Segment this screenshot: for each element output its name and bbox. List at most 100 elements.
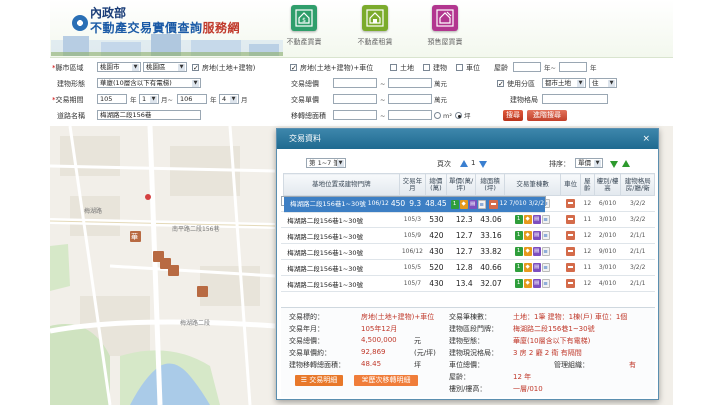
document-icon[interactable]: ≡ (541, 247, 550, 256)
col-floor[interactable]: 樓別/樓高 (593, 173, 622, 196)
parking-icon[interactable] (566, 247, 576, 256)
cell-age: 11 (580, 259, 595, 276)
cell-floor: 4/010 (594, 275, 621, 292)
detail-layout-label: 建物現況格局： (449, 349, 498, 357)
cell-date: 106/12 (399, 243, 426, 260)
detail-area-unit: 坪 (414, 361, 421, 369)
city-select[interactable]: 桃園市 ▼ (97, 62, 141, 72)
col-age[interactable]: 屋齡 (580, 173, 595, 196)
area-from-input[interactable] (333, 110, 377, 120)
nav-rent[interactable]: 不動產租賃 (344, 5, 406, 47)
document-icon[interactable]: ≡ (541, 215, 550, 224)
col-area[interactable]: 總面積(坪) (475, 173, 506, 196)
nav-sale-label: 不動產買賣 (286, 38, 322, 46)
parking-icon[interactable] (566, 279, 576, 288)
sort-desc-icon[interactable] (610, 161, 618, 168)
page-range-select[interactable]: 第 1~7 筆 ▼ (306, 158, 346, 168)
search-button[interactable]: 搜尋 (503, 110, 523, 121)
total-price-to-input[interactable] (388, 78, 432, 88)
col-parking[interactable]: 車位 (560, 173, 582, 196)
table-row[interactable]: 梅湖路二段156巷1~30號 105/9 420 12.7 33.16 1 ◆ ▤ ≡ 12 2/0… (281, 227, 655, 244)
table-row[interactable]: 梅湖路二段156巷1~30號 106/12 450 9.3 48.45 1 ◆ ▤ ≡ 12 7/0… (281, 195, 547, 213)
results-table: 基地位置或建物門牌 交易年月 總價(萬) 單價(萬/坪) 總面積(坪) 交易筆棟… (281, 173, 655, 292)
table-row[interactable]: 梅湖路二段156巷1~30號 105/3 530 12.3 43.06 1 ◆ ▤ ≡ 11 3/0… (281, 211, 655, 228)
building-layout-input[interactable] (542, 94, 608, 104)
cell-date: 105/5 (399, 259, 426, 276)
document-icon[interactable]: ≡ (477, 199, 486, 209)
document-icon[interactable]: ≡ (541, 279, 550, 288)
type-checkbox-house[interactable] (192, 62, 199, 74)
parking-icon[interactable] (566, 263, 576, 272)
type-checkbox-parking[interactable] (456, 64, 463, 71)
area-unit-ping-radio[interactable] (455, 112, 462, 119)
unit-price-from-input[interactable] (333, 94, 377, 104)
page-next-icon[interactable] (479, 161, 487, 168)
table-row[interactable]: 梅湖路二段156巷1~30號 105/7 430 13.4 32.07 1 ◆ ▤ ≡ 12 4/0… (281, 275, 655, 292)
history-detail-button[interactable]: ⌘歷次移轉明細 (354, 375, 418, 386)
zoning-checkbox[interactable] (497, 78, 504, 90)
table-row[interactable]: 梅湖路二段156巷1~30號 106/12 430 12.7 33.82 1 ◆ ▤ ≡ 12 9/… (281, 243, 655, 260)
col-layout[interactable]: 建物格局房/廳/衛 (620, 173, 655, 196)
type-checkbox-building[interactable] (423, 64, 430, 71)
detail-btype-value: 華廈(10層含以下有電梯) (513, 337, 591, 345)
zoning-select[interactable]: 都市土地 ▼ (542, 78, 586, 88)
cell-unit-price: 12.7 (446, 227, 476, 244)
advanced-search-button[interactable]: 進階搜尋 (527, 110, 567, 121)
col-total[interactable]: 總價(萬) (424, 173, 448, 196)
total-price-from-input[interactable] (333, 78, 377, 88)
period-to-month-select[interactable]: 4 ▼ (219, 94, 239, 104)
road-input[interactable]: 梅湖路二段156巷 (97, 110, 201, 120)
col-address[interactable]: 基地位置或建物門牌 (282, 173, 400, 196)
cell-layout: 3/2/2 (620, 195, 655, 212)
period-from-year-input[interactable]: 105 (97, 94, 127, 104)
cell-count: 1◆▤≡ (504, 227, 561, 244)
area-unit-m2-radio[interactable] (434, 112, 441, 119)
map-road-label-2: 南平路二段156巷 (172, 226, 220, 233)
building-count-icon: ◆ (523, 263, 532, 272)
nav-presale[interactable]: 預售屋買賣 (414, 5, 476, 47)
detail-area-value: 48.45 (361, 360, 382, 368)
map-house-marker-label[interactable]: 華 (131, 232, 138, 242)
sort-asc-icon[interactable] (622, 160, 630, 167)
detail-unit-value: 92,869 (361, 348, 386, 356)
table-row[interactable]: 梅湖路二段156巷1~30號 105/5 520 12.8 40.66 1 ◆ ▤ ≡ 11 3/0… (281, 259, 655, 276)
type-checkbox-house-parking[interactable] (290, 62, 297, 74)
cell-unit-price: 12.7 (446, 243, 476, 260)
unit-price-to-input[interactable] (388, 94, 432, 104)
unit-price-label: 交易單價 (291, 96, 319, 104)
document-icon[interactable]: ≡ (541, 231, 550, 240)
document-icon[interactable]: ≡ (541, 263, 550, 272)
sort-select[interactable]: 單價 ▼ (575, 158, 603, 168)
period-from-year-unit: 年 (130, 96, 137, 104)
detail-mgmt-yes: 有 (629, 361, 636, 369)
close-icon[interactable]: × (642, 129, 650, 149)
area-to-input[interactable] (388, 110, 432, 120)
parking-icon[interactable] (566, 198, 576, 208)
parking-icon[interactable] (566, 215, 576, 224)
period-to-year-input[interactable]: 106 (177, 94, 207, 104)
cell-date: 105/9 (399, 227, 426, 244)
parking-icon[interactable] (488, 199, 498, 209)
building-type-select[interactable]: 華廈(10層含以下有電梯) ▼ (97, 78, 201, 88)
col-count[interactable]: 交易筆棟數 (504, 173, 562, 196)
zoning-sub-select[interactable]: 住 ▼ (589, 78, 617, 88)
age-from-input[interactable] (513, 62, 541, 72)
cell-count: 1◆▤≡ (504, 259, 561, 276)
parking-icon[interactable] (566, 231, 576, 240)
cell-age: 12 (498, 196, 509, 213)
land-count-icon: 1 (514, 231, 523, 240)
col-date[interactable]: 交易年月 (398, 173, 426, 196)
detail-addr-label: 建物區段門牌： (449, 325, 498, 333)
cell-total: 430 (425, 243, 447, 260)
period-from-month-select[interactable]: 1 ▼ (139, 94, 159, 104)
nav-sale[interactable]: $ 不動產買賣 (273, 5, 335, 47)
page-prev-icon[interactable] (460, 160, 468, 167)
cell-parking (560, 211, 581, 228)
type-checkbox-land[interactable] (390, 64, 397, 71)
trade-detail-button[interactable]: ☰ 交易明細 (295, 375, 343, 386)
modal-title-bar[interactable]: 交易資料 × (277, 129, 658, 149)
age-to-input[interactable] (559, 62, 587, 72)
col-unit-price[interactable]: 單價(萬/坪) (446, 173, 477, 196)
cell-address: 梅湖路二段156巷1~30號 (283, 227, 400, 244)
district-select[interactable]: 桃園區 ▼ (143, 62, 187, 72)
